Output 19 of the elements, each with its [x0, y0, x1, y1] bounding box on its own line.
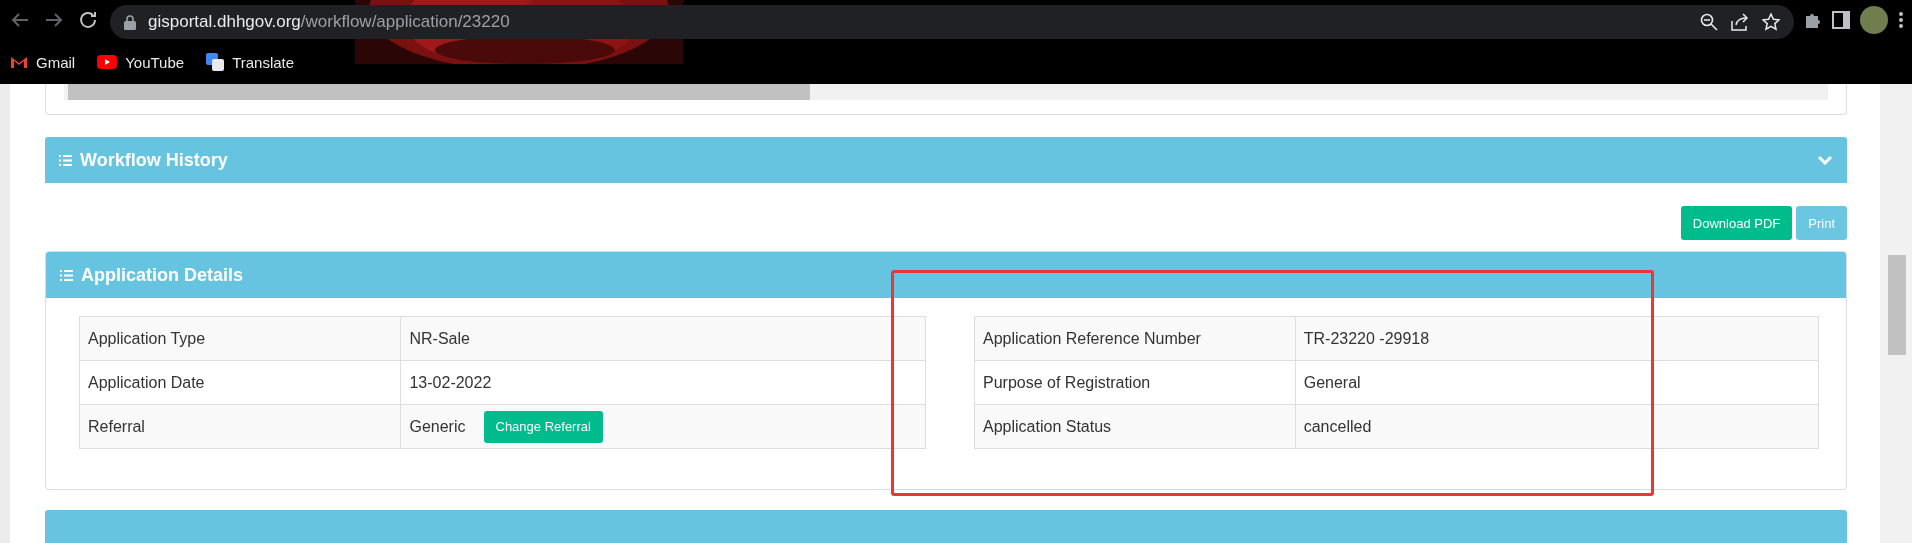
bookmark-link[interactable]: Gmail [10, 53, 76, 71]
table-cell: NR-Sale [400, 316, 926, 361]
panel-title: Workflow History [80, 149, 228, 171]
url-text: gisportal.dhhgov.org/workflow/application/23220 [148, 12, 510, 32]
table-cell: 13-02-2022 [400, 360, 926, 405]
table-cell: Application Status [974, 404, 1296, 449]
bookmark-link[interactable]: Translate [206, 53, 295, 71]
table-cell: Application Type [79, 316, 401, 361]
cell-value: Generic [409, 417, 466, 435]
panel-title: Application Details [81, 264, 244, 286]
table-cell: Referral [79, 404, 401, 449]
bookmark-link[interactable]: YouTube [97, 53, 185, 71]
table-cell: cancelled [1295, 404, 1819, 449]
address-bar[interactable]: gisportal.dhhgov.org/workflow/application/23220 [110, 5, 1794, 39]
table-cell: General [1295, 360, 1819, 405]
table-cell: TR-23220 -29918 [1295, 316, 1819, 361]
table-cell: Application Date [79, 360, 401, 405]
table-cell: Application Reference Number [974, 316, 1296, 361]
table-cell: Purpose of Registration [974, 360, 1296, 405]
